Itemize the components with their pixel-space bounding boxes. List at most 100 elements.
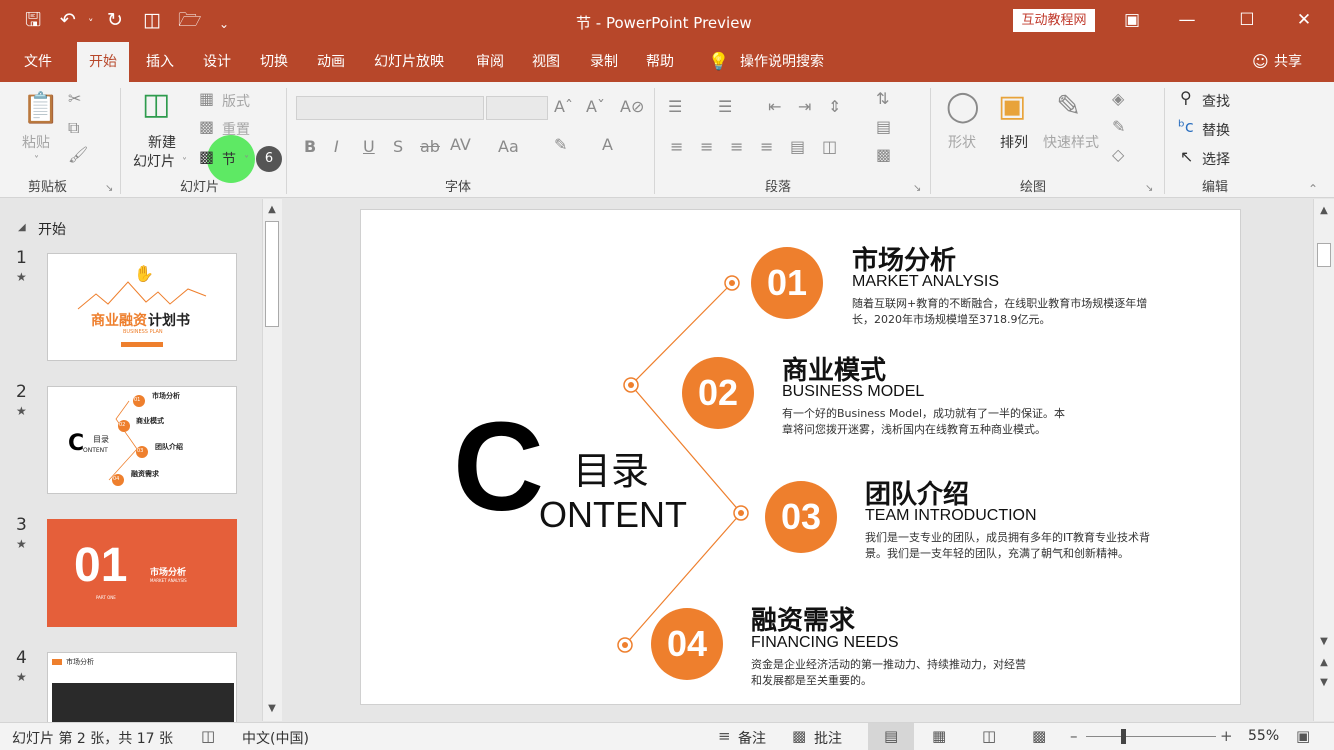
new-slide-icon[interactable]: ◫ <box>142 88 170 122</box>
layout-button[interactable]: 版式 <box>222 91 250 111</box>
select-button[interactable]: 选择 <box>1202 149 1230 169</box>
section-header[interactable]: 开始 <box>38 219 66 239</box>
grow-font-icon[interactable]: Aˆ <box>554 98 573 116</box>
section-collapse-icon[interactable]: ◢ <box>18 222 26 233</box>
zoom-out-icon[interactable]: – <box>1070 727 1078 745</box>
accessibility-icon[interactable]: ◫ <box>201 727 215 745</box>
slide-thumbnail-3[interactable]: 01 PART ONE 市场分析 MARKET ANALYSIS <box>47 519 237 627</box>
slide-thumbnail-1[interactable]: ✋ 商业融资 计划书 BUSINESS PLAN <box>47 253 237 361</box>
new-slide-label[interactable]: 幻灯片 <box>133 151 175 171</box>
change-case-icon[interactable]: Aa <box>498 138 519 156</box>
align-left-icon[interactable]: ≡ <box>670 138 683 156</box>
arrange-icon[interactable]: ▣ <box>998 90 1026 124</box>
undo-dropdown-icon[interactable]: ˅ <box>88 12 94 36</box>
underline-icon[interactable]: U <box>363 138 375 156</box>
smartart-icon[interactable]: ▩ <box>876 146 891 164</box>
shape-fill-icon[interactable]: ◈ <box>1112 90 1124 108</box>
scroll-thumb[interactable] <box>1317 243 1331 267</box>
language-indicator[interactable]: 中文(中国) <box>242 728 309 748</box>
maximize-icon[interactable]: ☐ <box>1227 6 1267 34</box>
tab-insert[interactable]: 插入 <box>146 42 174 82</box>
notes-button[interactable]: 备注 <box>738 728 766 748</box>
slide-scrollbar[interactable]: ▲ ▼ ▲ ▼ <box>1313 199 1334 721</box>
scroll-down-icon[interactable]: ▼ <box>1316 634 1332 650</box>
zoom-level[interactable]: 55% <box>1248 728 1279 744</box>
section-button[interactable]: 节 <box>222 149 236 169</box>
zoom-in-icon[interactable]: + <box>1220 727 1233 745</box>
tab-review[interactable]: 审阅 <box>476 42 504 82</box>
text-direction-icon[interactable]: ⇅ <box>876 90 889 108</box>
tab-animations[interactable]: 动画 <box>317 42 345 82</box>
shape-outline-icon[interactable]: ✎ <box>1112 118 1125 136</box>
decrease-indent-icon[interactable]: ⇤ <box>768 98 781 116</box>
align-center-icon[interactable]: ≡ <box>700 138 713 156</box>
save-icon[interactable]: 🖫 <box>25 8 41 32</box>
tell-me-search[interactable]: 操作说明搜索 <box>740 42 824 82</box>
clipboard-launcher-icon[interactable]: ↘ <box>105 180 113 198</box>
section-dropdown-icon[interactable]: ˅ <box>244 152 249 170</box>
font-size-combo[interactable] <box>486 96 548 120</box>
reset-icon[interactable]: ▩ <box>199 118 214 136</box>
slide-sorter-icon[interactable]: ▦ <box>932 727 946 745</box>
justify-icon[interactable]: ≡ <box>760 138 773 156</box>
comments-button[interactable]: 批注 <box>814 728 842 748</box>
cut-icon[interactable]: ✂ <box>68 90 81 108</box>
quick-styles-icon[interactable]: ✎ <box>1056 90 1081 124</box>
zoom-slider-track[interactable] <box>1086 736 1216 737</box>
numbering-icon[interactable]: ☰ <box>718 98 732 116</box>
bold-icon[interactable]: B <box>304 138 316 156</box>
minimize-icon[interactable]: — <box>1167 6 1207 34</box>
shape-effects-icon[interactable]: ◇ <box>1112 146 1124 164</box>
columns-icon[interactable]: ◫ <box>822 138 837 156</box>
select-icon[interactable]: ↖ <box>1180 148 1193 166</box>
scroll-up-icon[interactable]: ▲ <box>264 202 280 218</box>
scroll-thumb[interactable] <box>265 221 279 327</box>
ribbon-display-icon[interactable]: ▣ <box>1112 6 1152 34</box>
new-slide-button[interactable]: 新建 <box>148 132 176 152</box>
slide-thumbnail-2[interactable]: C 目录 ONTENT 01 02 03 04 市场分析 商业模式 团队介绍 融… <box>47 386 237 494</box>
scroll-up-icon[interactable]: ▲ <box>1316 203 1332 219</box>
char-spacing-icon[interactable]: AV <box>450 136 471 154</box>
distributed-icon[interactable]: ▤ <box>790 138 805 156</box>
highlight-icon[interactable]: ✎ <box>554 136 567 154</box>
zoom-slider-handle[interactable] <box>1121 729 1126 744</box>
tab-record[interactable]: 录制 <box>590 42 618 82</box>
drawing-launcher-icon[interactable]: ↘ <box>1145 180 1153 198</box>
slideshow-view-icon[interactable]: ▩ <box>1032 727 1046 745</box>
tab-transitions[interactable]: 切换 <box>260 42 288 82</box>
replace-icon[interactable]: ᵇc <box>1178 118 1194 136</box>
scroll-down-icon[interactable]: ▼ <box>264 701 280 717</box>
shadow-icon[interactable]: S <box>393 138 403 156</box>
shrink-font-icon[interactable]: Aˇ <box>586 98 605 116</box>
replace-button[interactable]: 替换 <box>1202 120 1230 140</box>
share-button[interactable]: 共享 <box>1274 42 1302 82</box>
prev-slide-icon[interactable]: ▲ <box>1316 655 1332 671</box>
tab-view[interactable]: 视图 <box>532 42 560 82</box>
layout-icon[interactable]: ▦ <box>199 90 214 108</box>
italic-icon[interactable]: I <box>334 138 339 156</box>
find-icon[interactable]: ⚲ <box>1180 89 1192 107</box>
new-slide-dropdown-icon[interactable]: ˅ <box>182 154 187 172</box>
find-button[interactable]: 查找 <box>1202 91 1230 111</box>
paragraph-launcher-icon[interactable]: ↘ <box>913 180 921 198</box>
tab-slideshow[interactable]: 幻灯片放映 <box>374 42 444 82</box>
open-folder-icon[interactable]: 🗁 <box>178 8 202 32</box>
slide-thumbnail-4[interactable]: 市场分析 <box>47 652 237 722</box>
strikethrough-icon[interactable]: ab <box>420 138 440 156</box>
present-icon[interactable]: ◫ <box>143 8 161 32</box>
fit-to-window-icon[interactable]: ▣ <box>1296 727 1310 745</box>
clear-format-icon[interactable]: A⊘ <box>620 98 644 116</box>
tab-design[interactable]: 设计 <box>203 42 231 82</box>
section-icon[interactable]: ▩ <box>199 148 214 166</box>
increase-indent-icon[interactable]: ⇥ <box>798 98 811 116</box>
line-spacing-icon[interactable]: ⇕ <box>828 98 841 116</box>
shapes-icon[interactable]: ◯ <box>946 90 980 124</box>
copy-icon[interactable]: ⧉ <box>68 119 79 137</box>
shapes-button[interactable]: 形状 <box>948 132 976 152</box>
format-painter-icon[interactable]: 🖌 <box>68 146 88 164</box>
normal-view-icon[interactable]: ▤ <box>884 727 898 745</box>
paste-button[interactable]: 粘贴 <box>22 132 50 152</box>
align-text-icon[interactable]: ▤ <box>876 118 891 136</box>
bullets-icon[interactable]: ☰ <box>668 98 682 116</box>
notes-icon[interactable]: ≡ <box>718 727 731 745</box>
